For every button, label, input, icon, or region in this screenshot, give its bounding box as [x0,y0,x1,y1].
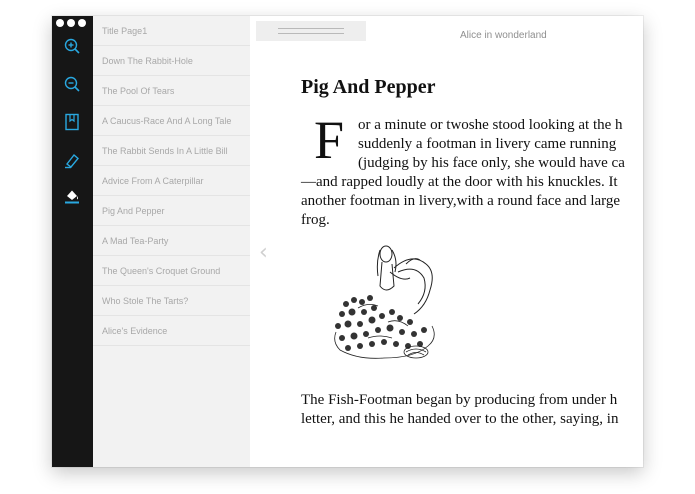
alice-illustration [334,245,435,359]
text-line: (judging by his face only, she would hav… [358,155,625,171]
previous-page-icon[interactable]: ‹ [259,242,268,264]
zoom-out-icon[interactable] [61,73,83,95]
table-of-contents: Title Page1 Down The Rabbit-Hole The Poo… [93,16,250,467]
toc-item-pig-and-pepper[interactable]: Pig And Pepper [93,196,250,226]
paragraph: The Fish-Footman began by producing from… [301,391,643,429]
text-line: letter, and this he handed over to the o… [301,411,619,427]
chapter-title: Pig And Pepper [301,76,436,98]
minimize-window-button[interactable] [67,19,75,27]
toc-item-alices-evidence[interactable]: Alice's Evidence [93,316,250,346]
text-line: —and rapped loudly at the door with his … [301,174,618,190]
toc-item-the-rabbit-sends-in-a-little-bill[interactable]: The Rabbit Sends In A Little Bill [93,136,250,166]
tab-line [278,33,344,34]
tab-bar[interactable] [256,21,366,41]
toolbar [52,16,93,467]
highlighter-icon[interactable] [61,149,83,171]
toc-item-who-stole-the-tarts[interactable]: Who Stole The Tarts? [93,286,250,316]
maximize-window-button[interactable] [78,19,86,27]
text-line: The Fish-Footman began by producing from… [301,392,618,408]
text-line: another footman in livery,with a round f… [301,193,621,209]
paragraph: or a minute or twoshe stood looking at t… [301,116,643,230]
text-line: or a minute or twoshe stood looking at t… [358,117,623,133]
toc-item-the-pool-of-tears[interactable]: The Pool Of Tears [93,76,250,106]
text-line: frog. [301,212,330,228]
close-window-button[interactable] [56,19,64,27]
toc-item-down-the-rabbit-hole[interactable]: Down The Rabbit-Hole [93,46,250,76]
toc-item-title-page[interactable]: Title Page1 [93,16,250,46]
reader-pane: Alice in wonderland ‹ Pig And Pepper F o… [250,16,643,467]
bookmark-icon[interactable] [61,111,83,133]
reader-window: Title Page1 Down The Rabbit-Hole The Poo… [52,16,643,467]
book-title: Alice in wonderland [460,30,547,41]
zoom-in-icon[interactable] [61,35,83,57]
toc-item-a-caucus-race[interactable]: A Caucus-Race And A Long Tale [93,106,250,136]
fill-color-icon[interactable] [61,185,83,207]
toc-item-the-queens-croquet-ground[interactable]: The Queen's Croquet Ground [93,256,250,286]
window-controls [56,19,86,27]
toc-item-a-mad-tea-party[interactable]: A Mad Tea-Party [93,226,250,256]
tab-line [278,28,344,29]
text-line: suddenly a footman in livery came runnin… [358,136,617,152]
toc-item-advice-from-a-caterpillar[interactable]: Advice From A Caterpillar [93,166,250,196]
